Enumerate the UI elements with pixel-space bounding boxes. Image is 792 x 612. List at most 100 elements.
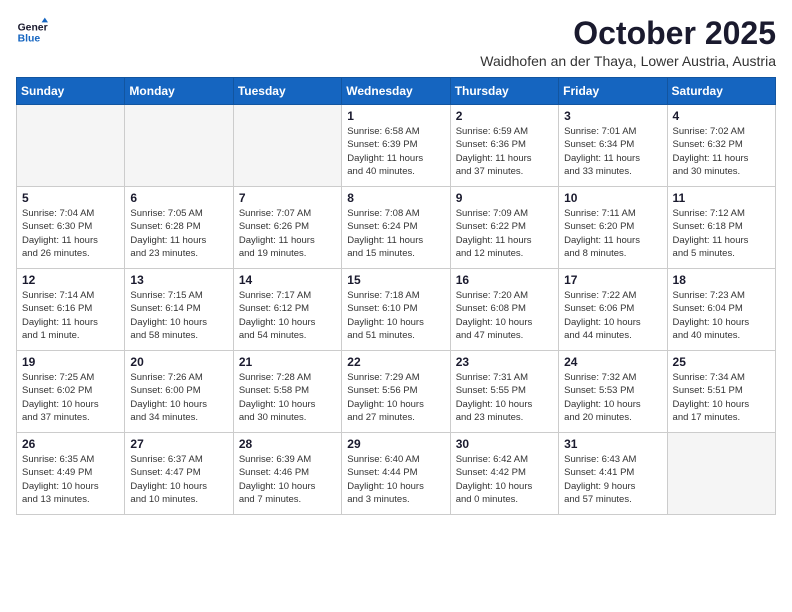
day-cell: 2 Sunrise: 6:59 AM Sunset: 6:36 PM Daylig…: [450, 105, 558, 187]
day-info: Sunrise: 7:12 AM Sunset: 6:18 PM Dayligh…: [673, 207, 770, 260]
weekday-header-friday: Friday: [559, 78, 667, 105]
day-number: 2: [456, 109, 553, 123]
svg-text:General: General: [18, 22, 48, 33]
day-cell: 12Sunrise: 7:14 AM Sunset: 6:16 PM Dayli…: [17, 269, 125, 351]
day-number: 16: [456, 273, 553, 287]
day-number: 13: [130, 273, 227, 287]
day-cell: 26 Sunrise: 6:35 AM Sunset: 4:49 PM Dayli…: [17, 433, 125, 515]
svg-text:Blue: Blue: [18, 34, 41, 45]
month-title: October 2025: [480, 16, 776, 51]
title-block: October 2025 Waidhofen an der Thaya, Low…: [480, 16, 776, 69]
day-info: Sunrise: 6:35 AM Sunset: 4:49 PM Dayligh…: [22, 453, 119, 506]
day-cell: 11 Sunrise: 7:12 AM Sunset: 6:18 PM Dayli…: [667, 187, 775, 269]
day-info: Sunrise: 7:07 AM Sunset: 6:26 PM Dayligh…: [239, 207, 336, 260]
day-info: Sunrise: 7:22 AM Sunset: 6:06 PM Dayligh…: [564, 289, 661, 342]
day-cell: 1Sunrise: 6:58 AM Sunset: 6:39 PM Daylig…: [342, 105, 450, 187]
weekday-header-sunday: Sunday: [17, 78, 125, 105]
day-number: 25: [673, 355, 770, 369]
day-info: Sunrise: 7:28 AM Sunset: 5:58 PM Dayligh…: [239, 371, 336, 424]
day-number: 8: [347, 191, 444, 205]
day-number: 7: [239, 191, 336, 205]
page-header: General Blue General Blue October 2025 W…: [16, 16, 776, 69]
day-cell: [667, 433, 775, 515]
week-row-4: 19 Sunrise: 7:25 AM Sunset: 6:02 PM Dayli…: [17, 351, 776, 433]
day-info: Sunrise: 7:08 AM Sunset: 6:24 PM Dayligh…: [347, 207, 444, 260]
day-number: 26: [22, 437, 119, 451]
day-cell: 20Sunrise: 7:26 AM Sunset: 6:00 PM Dayli…: [125, 351, 233, 433]
weekday-header-tuesday: Tuesday: [233, 78, 341, 105]
day-number: 15: [347, 273, 444, 287]
day-info: Sunrise: 7:32 AM Sunset: 5:53 PM Dayligh…: [564, 371, 661, 424]
day-info: Sunrise: 7:05 AM Sunset: 6:28 PM Dayligh…: [130, 207, 227, 260]
day-cell: 17 Sunrise: 7:22 AM Sunset: 6:06 PM Dayli…: [559, 269, 667, 351]
day-cell: 4Sunrise: 7:02 AM Sunset: 6:32 PM Daylig…: [667, 105, 775, 187]
day-number: 19: [22, 355, 119, 369]
day-cell: 24 Sunrise: 7:32 AM Sunset: 5:53 PM Dayli…: [559, 351, 667, 433]
day-info: Sunrise: 7:15 AM Sunset: 6:14 PM Dayligh…: [130, 289, 227, 342]
day-info: Sunrise: 6:40 AM Sunset: 4:44 PM Dayligh…: [347, 453, 444, 506]
day-number: 29: [347, 437, 444, 451]
weekday-header-wednesday: Wednesday: [342, 78, 450, 105]
day-info: Sunrise: 7:04 AM Sunset: 6:30 PM Dayligh…: [22, 207, 119, 260]
day-info: Sunrise: 6:42 AM Sunset: 4:42 PM Dayligh…: [456, 453, 553, 506]
day-cell: [233, 105, 341, 187]
day-number: 21: [239, 355, 336, 369]
day-info: Sunrise: 7:25 AM Sunset: 6:02 PM Dayligh…: [22, 371, 119, 424]
day-number: 9: [456, 191, 553, 205]
day-cell: 18Sunrise: 7:23 AM Sunset: 6:04 PM Dayli…: [667, 269, 775, 351]
week-row-3: 12Sunrise: 7:14 AM Sunset: 6:16 PM Dayli…: [17, 269, 776, 351]
day-info: Sunrise: 6:43 AM Sunset: 4:41 PM Dayligh…: [564, 453, 661, 506]
day-number: 5: [22, 191, 119, 205]
day-number: 31: [564, 437, 661, 451]
day-info: Sunrise: 7:29 AM Sunset: 5:56 PM Dayligh…: [347, 371, 444, 424]
day-number: 10: [564, 191, 661, 205]
day-cell: [17, 105, 125, 187]
day-cell: [125, 105, 233, 187]
day-info: Sunrise: 6:58 AM Sunset: 6:39 PM Dayligh…: [347, 125, 444, 178]
day-cell: 16 Sunrise: 7:20 AM Sunset: 6:08 PM Dayli…: [450, 269, 558, 351]
day-cell: 10 Sunrise: 7:11 AM Sunset: 6:20 PM Dayli…: [559, 187, 667, 269]
day-cell: 31 Sunrise: 6:43 AM Sunset: 4:41 PM Dayli…: [559, 433, 667, 515]
day-cell: 13 Sunrise: 7:15 AM Sunset: 6:14 PM Dayli…: [125, 269, 233, 351]
day-info: Sunrise: 6:59 AM Sunset: 6:36 PM Dayligh…: [456, 125, 553, 178]
day-cell: 22Sunrise: 7:29 AM Sunset: 5:56 PM Dayli…: [342, 351, 450, 433]
day-cell: 15 Sunrise: 7:18 AM Sunset: 6:10 PM Dayli…: [342, 269, 450, 351]
day-cell: 19 Sunrise: 7:25 AM Sunset: 6:02 PM Dayli…: [17, 351, 125, 433]
day-cell: 28Sunrise: 6:39 AM Sunset: 4:46 PM Dayli…: [233, 433, 341, 515]
day-info: Sunrise: 7:18 AM Sunset: 6:10 PM Dayligh…: [347, 289, 444, 342]
day-number: 17: [564, 273, 661, 287]
day-cell: 7 Sunrise: 7:07 AM Sunset: 6:26 PM Daylig…: [233, 187, 341, 269]
day-cell: 25 Sunrise: 7:34 AM Sunset: 5:51 PM Dayli…: [667, 351, 775, 433]
day-number: 20: [130, 355, 227, 369]
day-info: Sunrise: 7:11 AM Sunset: 6:20 PM Dayligh…: [564, 207, 661, 260]
day-number: 27: [130, 437, 227, 451]
day-info: Sunrise: 7:34 AM Sunset: 5:51 PM Dayligh…: [673, 371, 770, 424]
day-cell: 27 Sunrise: 6:37 AM Sunset: 4:47 PM Dayli…: [125, 433, 233, 515]
day-cell: 23Sunrise: 7:31 AM Sunset: 5:55 PM Dayli…: [450, 351, 558, 433]
day-cell: 29 Sunrise: 6:40 AM Sunset: 4:44 PM Dayli…: [342, 433, 450, 515]
day-info: Sunrise: 6:37 AM Sunset: 4:47 PM Dayligh…: [130, 453, 227, 506]
day-cell: 6Sunrise: 7:05 AM Sunset: 6:28 PM Daylig…: [125, 187, 233, 269]
day-number: 3: [564, 109, 661, 123]
logo-icon: General Blue: [16, 16, 48, 48]
day-number: 18: [673, 273, 770, 287]
week-row-2: 5 Sunrise: 7:04 AM Sunset: 6:30 PM Daylig…: [17, 187, 776, 269]
day-info: Sunrise: 7:20 AM Sunset: 6:08 PM Dayligh…: [456, 289, 553, 342]
day-info: Sunrise: 7:14 AM Sunset: 6:16 PM Dayligh…: [22, 289, 119, 342]
day-cell: 3Sunrise: 7:01 AM Sunset: 6:34 PM Daylig…: [559, 105, 667, 187]
day-cell: 5 Sunrise: 7:04 AM Sunset: 6:30 PM Daylig…: [17, 187, 125, 269]
logo: General Blue General Blue: [16, 16, 48, 48]
day-number: 24: [564, 355, 661, 369]
day-cell: 30Sunrise: 6:42 AM Sunset: 4:42 PM Dayli…: [450, 433, 558, 515]
calendar-table: SundayMondayTuesdayWednesdayThursdayFrid…: [16, 77, 776, 515]
day-info: Sunrise: 6:39 AM Sunset: 4:46 PM Dayligh…: [239, 453, 336, 506]
day-cell: 14Sunrise: 7:17 AM Sunset: 6:12 PM Dayli…: [233, 269, 341, 351]
weekday-header-row: SundayMondayTuesdayWednesdayThursdayFrid…: [17, 78, 776, 105]
week-row-5: 26 Sunrise: 6:35 AM Sunset: 4:49 PM Dayli…: [17, 433, 776, 515]
day-number: 11: [673, 191, 770, 205]
day-number: 23: [456, 355, 553, 369]
location-subtitle: Waidhofen an der Thaya, Lower Austria, A…: [480, 53, 776, 69]
day-number: 4: [673, 109, 770, 123]
week-row-1: 1Sunrise: 6:58 AM Sunset: 6:39 PM Daylig…: [17, 105, 776, 187]
weekday-header-monday: Monday: [125, 78, 233, 105]
